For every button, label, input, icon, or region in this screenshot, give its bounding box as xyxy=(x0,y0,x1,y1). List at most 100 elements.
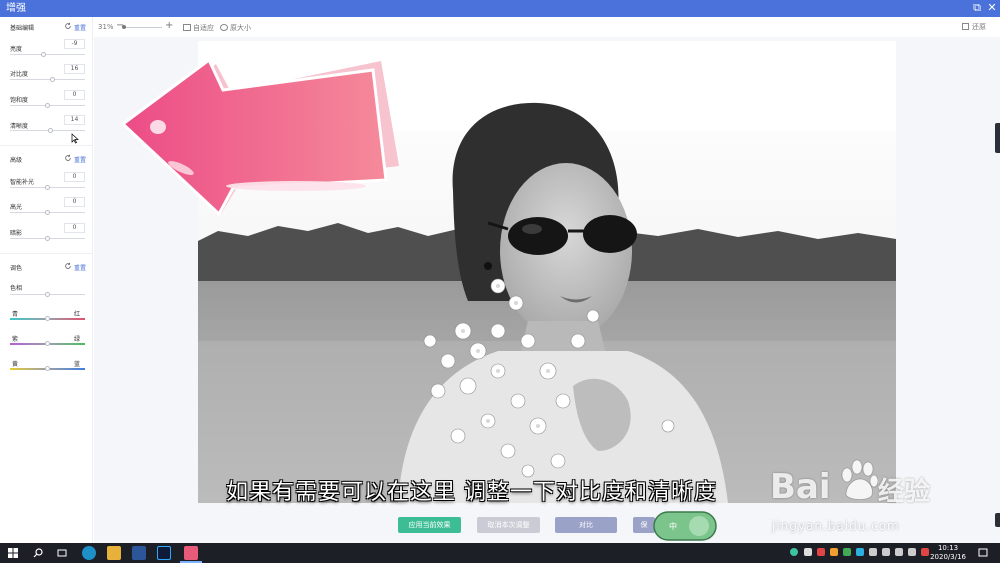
shadow-slider[interactable] xyxy=(10,236,85,241)
side-handle[interactable] xyxy=(995,513,1000,527)
fit-icon xyxy=(183,24,191,31)
zoom-slider[interactable] xyxy=(124,27,162,28)
restore-button[interactable]: 还原 xyxy=(962,22,986,32)
brightness-value[interactable]: -9 xyxy=(64,39,85,49)
cyan-label: 青 xyxy=(12,311,19,318)
cyan-red-slider[interactable] xyxy=(10,316,85,321)
reset-icon[interactable] xyxy=(64,22,72,30)
basic-reset-button[interactable]: 重置 xyxy=(74,23,86,32)
advanced-reset-button[interactable]: 重置 xyxy=(74,155,86,164)
notification-icon[interactable] xyxy=(978,548,988,558)
file-explorer-icon[interactable] xyxy=(107,546,121,560)
clarity-value[interactable]: 14 xyxy=(64,115,85,125)
slider-knob[interactable] xyxy=(50,77,55,82)
brightness-slider[interactable] xyxy=(10,52,85,57)
restore-icon xyxy=(962,23,969,30)
contrast-label: 对比度 xyxy=(10,71,29,78)
red-label: 红 xyxy=(74,311,81,318)
smart-fill-light-slider[interactable] xyxy=(10,185,85,190)
reset-icon[interactable] xyxy=(64,262,72,270)
slider-knob[interactable] xyxy=(45,185,50,190)
brightness-label: 亮度 xyxy=(10,46,23,53)
slider-knob[interactable] xyxy=(45,366,50,371)
magnifier-icon xyxy=(220,24,228,31)
volume-icon[interactable] xyxy=(882,548,890,556)
photo-editor-app-icon[interactable] xyxy=(184,546,198,560)
zoom-in-button[interactable]: + xyxy=(165,20,173,31)
highlight-slider[interactable] xyxy=(10,210,85,215)
mouse-cursor-icon xyxy=(71,133,79,144)
slider-knob[interactable] xyxy=(45,316,50,321)
save-button[interactable]: 保 xyxy=(633,517,655,533)
hue-slider[interactable] xyxy=(10,292,85,297)
clarity-slider[interactable] xyxy=(10,128,85,133)
restore-label: 还原 xyxy=(972,23,986,31)
paw-icon xyxy=(841,459,878,500)
restore-window-icon[interactable]: ⧉ xyxy=(970,1,984,15)
tray-icon[interactable] xyxy=(843,548,851,556)
green-label: 绿 xyxy=(74,336,81,343)
task-view-icon[interactable] xyxy=(57,548,67,558)
zoom-level: 31% xyxy=(98,23,114,31)
color-tone-header: 调色 重置 xyxy=(10,262,86,272)
color-reset-button[interactable]: 重置 xyxy=(74,263,86,272)
pointing-arrow-annotation xyxy=(121,57,399,216)
advanced-header: 高级 重置 xyxy=(10,154,86,164)
reset-icon[interactable] xyxy=(64,154,72,162)
basic-edit-title: 基础编辑 xyxy=(10,25,35,32)
search-icon[interactable] xyxy=(33,548,43,558)
network-icon[interactable] xyxy=(869,548,877,556)
windows-taskbar: 10:13 2020/3/16 xyxy=(0,543,1000,563)
cancel-adjustment-button[interactable]: 取消本次调整 xyxy=(477,517,540,533)
smart-fill-light-label: 智能补光 xyxy=(10,179,35,186)
shadow-value[interactable]: 0 xyxy=(64,223,85,233)
windows-start-icon[interactable] xyxy=(8,548,18,558)
slider-knob[interactable] xyxy=(48,128,53,133)
contrast-value[interactable]: 16 xyxy=(64,64,85,74)
window-title: 增强 xyxy=(6,3,26,14)
compare-button[interactable]: 对比 xyxy=(555,517,617,533)
contrast-slider[interactable] xyxy=(10,77,85,82)
input-method-icon[interactable] xyxy=(908,548,916,556)
tray-icon[interactable] xyxy=(830,548,838,556)
tray-icon[interactable] xyxy=(790,548,798,556)
watermark-url: jingyan.baidu.com xyxy=(772,519,900,533)
slider-knob[interactable] xyxy=(45,236,50,241)
blue-label: 蓝 xyxy=(74,361,81,368)
app-icon[interactable] xyxy=(132,546,146,560)
slider-knob[interactable] xyxy=(41,52,46,57)
apply-current-effect-button[interactable]: 应用当前效果 xyxy=(398,517,461,533)
video-subtitle: 如果有需要可以在这里 调整一下对比度和清晰度 xyxy=(226,480,717,505)
highlight-label: 高光 xyxy=(10,204,23,211)
fit-to-window-button[interactable]: 自适应 xyxy=(183,23,214,33)
browser-app-icon[interactable] xyxy=(82,546,96,560)
highlight-value[interactable]: 0 xyxy=(64,197,85,207)
saturation-slider[interactable] xyxy=(10,103,85,108)
ime-floating-widget[interactable]: 中 xyxy=(653,511,717,541)
original-size-button[interactable]: 原大小 xyxy=(220,23,251,33)
slider-knob[interactable] xyxy=(45,292,50,297)
view-toolbar: 31% − + 自适应 原大小 还原 xyxy=(94,17,1000,37)
yellow-blue-slider[interactable] xyxy=(10,366,85,371)
tray-icon[interactable] xyxy=(856,548,864,556)
purple-green-slider[interactable] xyxy=(10,341,85,346)
smart-fill-light-value[interactable]: 0 xyxy=(64,172,85,182)
slider-knob[interactable] xyxy=(45,210,50,215)
title-bar: 增强 ⧉ ✕ xyxy=(0,0,1000,17)
tray-icon[interactable] xyxy=(921,548,929,556)
color-tone-title: 调色 xyxy=(10,265,23,272)
system-clock[interactable]: 10:13 2020/3/16 xyxy=(930,544,966,562)
zoom-slider-knob[interactable] xyxy=(122,25,126,29)
slider-knob[interactable] xyxy=(45,341,50,346)
close-icon[interactable]: ✕ xyxy=(985,1,999,15)
microphone-icon[interactable] xyxy=(804,548,812,556)
tray-icon[interactable] xyxy=(895,548,903,556)
saturation-value[interactable]: 0 xyxy=(64,90,85,100)
photoshop-icon[interactable] xyxy=(157,546,171,560)
side-handle[interactable] xyxy=(995,123,1000,153)
slider-knob[interactable] xyxy=(45,103,50,108)
baidu-logo-text: Bai xyxy=(770,467,831,507)
tray-icon[interactable] xyxy=(817,548,825,556)
jingyan-logo-text: 经验 xyxy=(878,477,931,507)
divider xyxy=(0,145,93,146)
